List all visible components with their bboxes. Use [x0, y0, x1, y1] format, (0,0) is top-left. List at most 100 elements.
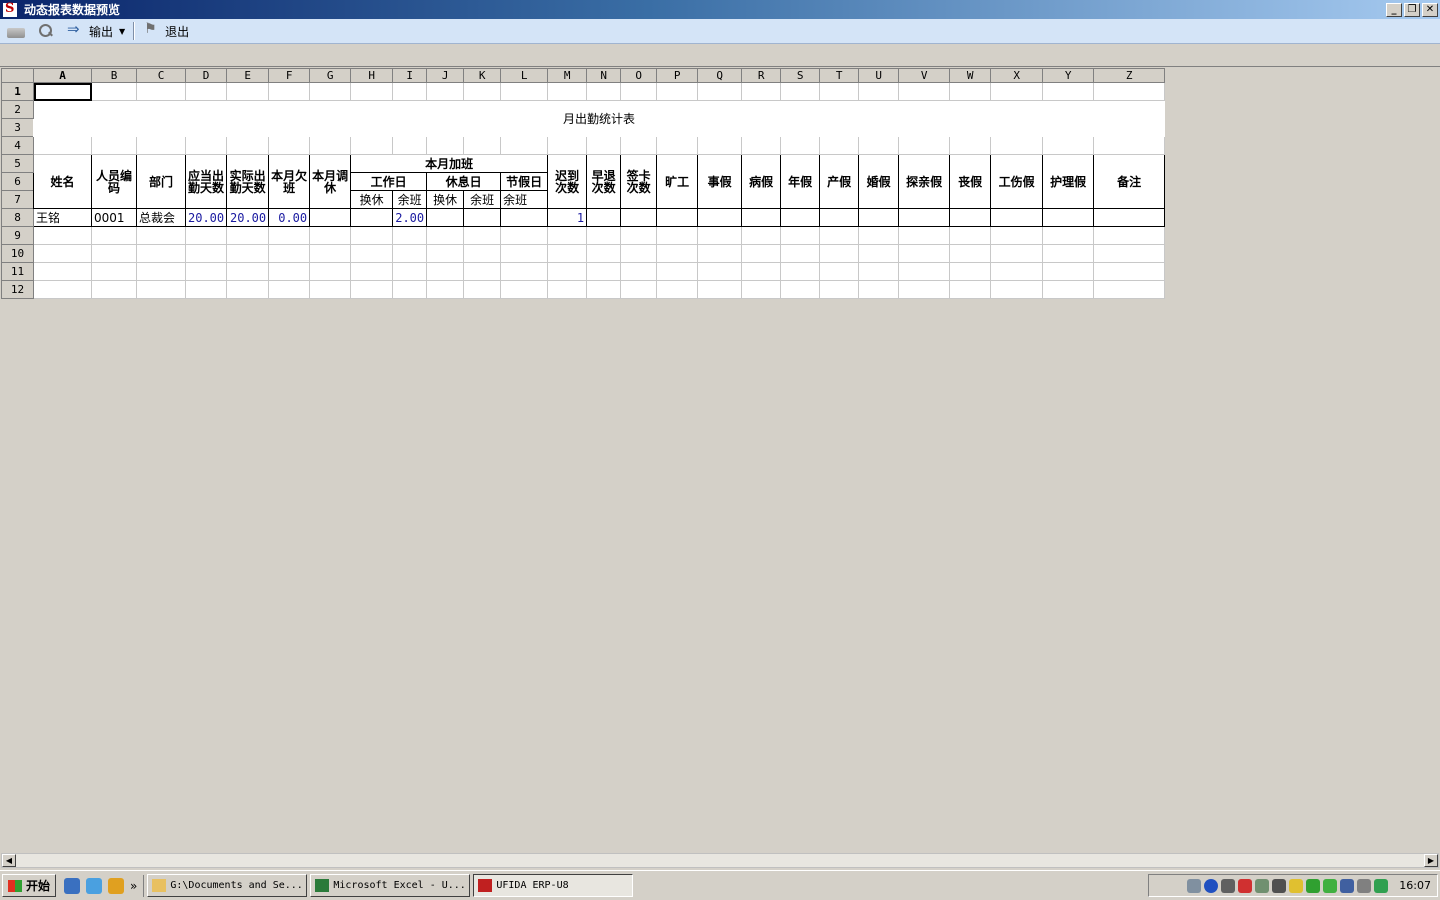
cell[interactable] [500, 136, 549, 155]
cell[interactable] [547, 280, 588, 299]
row-header[interactable]: 3 [1, 118, 34, 137]
cell[interactable] [547, 262, 588, 281]
column-header[interactable]: M [547, 68, 588, 83]
more-quicklaunch-icon[interactable]: » [130, 879, 137, 893]
column-header[interactable]: Z [1093, 68, 1166, 83]
cell[interactable] [463, 262, 502, 281]
cell[interactable] [780, 280, 821, 299]
cell[interactable] [309, 244, 352, 263]
task-excel[interactable]: Microsoft Excel - U... [310, 874, 471, 897]
close-button[interactable]: ✕ [1422, 2, 1438, 17]
cell[interactable] [309, 262, 352, 281]
column-header[interactable]: S [780, 68, 821, 83]
column-header[interactable]: U [858, 68, 900, 83]
cell[interactable] [547, 82, 588, 101]
cell[interactable] [309, 226, 352, 245]
cell[interactable] [990, 280, 1044, 299]
cell[interactable] [780, 136, 821, 155]
cell[interactable] [91, 136, 137, 155]
header-sick[interactable]: 病假 [741, 154, 782, 209]
cell[interactable] [586, 82, 622, 101]
cell[interactable] [392, 280, 428, 299]
cell[interactable] [226, 280, 270, 299]
cell[interactable] [226, 262, 270, 281]
cell[interactable] [858, 244, 900, 263]
volume-icon[interactable] [1272, 878, 1287, 893]
cell[interactable] [819, 226, 860, 245]
cell[interactable] [463, 82, 502, 101]
header-maternity[interactable]: 产假 [819, 154, 860, 209]
column-header[interactable]: Y [1042, 68, 1095, 83]
cell[interactable] [309, 208, 352, 227]
header-dept[interactable]: 部门 [136, 154, 186, 209]
cell[interactable] [697, 280, 743, 299]
cell[interactable] [463, 244, 502, 263]
cell-due-days[interactable]: 20.00 [184, 208, 228, 227]
cell-workday-extra[interactable]: 2.00 [392, 208, 428, 227]
column-header[interactable]: I [392, 68, 428, 83]
cell[interactable] [33, 136, 92, 155]
header-family[interactable]: 探亲假 [898, 154, 951, 209]
cell[interactable] [858, 136, 900, 155]
column-header[interactable]: D [184, 68, 228, 83]
header-late[interactable]: 迟到次数 [547, 154, 588, 209]
row-header[interactable]: 4 [1, 136, 34, 155]
cell[interactable] [392, 226, 428, 245]
cell[interactable] [697, 208, 743, 227]
column-header[interactable]: R [741, 68, 782, 83]
cell[interactable] [500, 82, 549, 101]
header-workday[interactable]: 工作日 [350, 172, 428, 191]
cell[interactable] [1042, 208, 1095, 227]
column-header[interactable]: W [949, 68, 992, 83]
cell[interactable] [898, 136, 951, 155]
cell[interactable] [184, 280, 228, 299]
header-holiday-extra[interactable]: 余班 [500, 190, 549, 209]
task-ufida[interactable]: UFIDA ERP-U8 [473, 874, 634, 897]
column-header[interactable]: A [33, 68, 92, 83]
cell[interactable] [1093, 208, 1166, 227]
cell[interactable] [268, 262, 311, 281]
cell[interactable] [949, 280, 992, 299]
settings-icon[interactable] [1357, 878, 1372, 893]
network-icon[interactable] [1255, 878, 1270, 893]
cell[interactable] [656, 280, 699, 299]
header-nursing[interactable]: 护理假 [1042, 154, 1095, 209]
cell[interactable] [184, 262, 228, 281]
header-restday[interactable]: 休息日 [426, 172, 502, 191]
cell[interactable] [91, 82, 137, 101]
ie-icon[interactable] [64, 877, 81, 894]
cell[interactable] [656, 136, 699, 155]
cell[interactable] [426, 208, 465, 227]
cell[interactable] [184, 244, 228, 263]
desktop-icon[interactable] [86, 877, 103, 894]
qq-icon[interactable] [1238, 878, 1253, 893]
header-injury[interactable]: 工伤假 [990, 154, 1044, 209]
cell[interactable] [463, 226, 502, 245]
header-emp-code[interactable]: 人员编码 [91, 154, 137, 209]
header-marriage[interactable]: 婚假 [858, 154, 900, 209]
header-annual[interactable]: 年假 [780, 154, 821, 209]
cell[interactable] [780, 226, 821, 245]
cell[interactable] [1093, 244, 1166, 263]
cell[interactable] [1042, 280, 1095, 299]
cell-actual-days[interactable]: 20.00 [226, 208, 270, 227]
header-workday-extra[interactable]: 余班 [392, 190, 428, 209]
cell-owed[interactable]: 0.00 [268, 208, 311, 227]
row-header[interactable]: 9 [1, 226, 34, 245]
row-header[interactable]: 11 [1, 262, 34, 281]
select-all-corner[interactable] [1, 68, 34, 83]
cell[interactable] [620, 136, 658, 155]
cell[interactable] [586, 208, 622, 227]
cell[interactable] [741, 136, 782, 155]
cell[interactable] [858, 82, 900, 101]
cell[interactable] [990, 208, 1044, 227]
cell[interactable] [463, 280, 502, 299]
header-owed[interactable]: 本月欠班 [268, 154, 311, 209]
cell-dept[interactable]: 总裁会 [136, 208, 186, 227]
cell[interactable] [426, 280, 465, 299]
cell[interactable] [1093, 280, 1166, 299]
cell[interactable] [1093, 262, 1166, 281]
row-header[interactable]: 6 [1, 172, 34, 191]
cell[interactable] [184, 136, 228, 155]
active-cell[interactable] [33, 82, 92, 101]
